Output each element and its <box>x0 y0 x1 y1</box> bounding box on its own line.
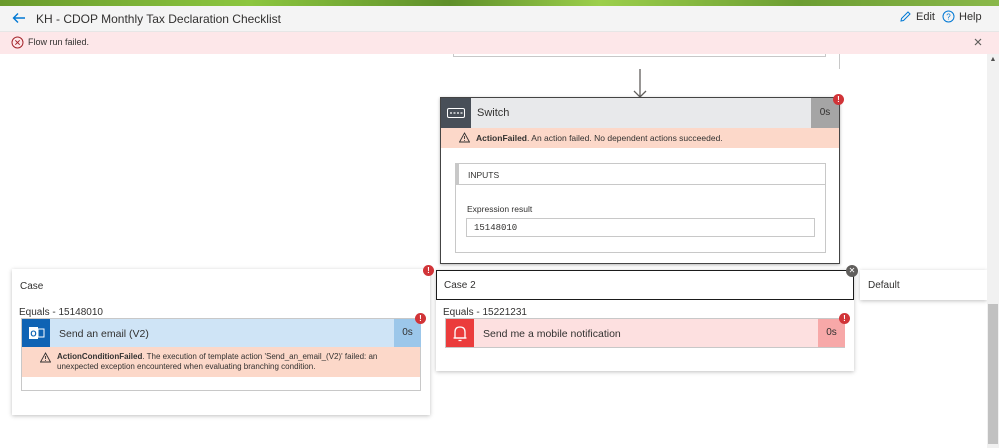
help-button[interactable]: ? Help <box>942 10 982 23</box>
inputs-label: INPUTS <box>468 170 500 180</box>
outlook-icon: O <box>22 319 50 347</box>
page-title: KH - CDOP Monthly Tax Declaration Checkl… <box>36 12 281 26</box>
case-error-badge: ! <box>423 265 434 276</box>
help-label: Help <box>959 10 982 23</box>
send-email-error-code: ActionConditionFailed <box>57 352 143 361</box>
help-circle-icon: ? <box>942 10 955 23</box>
send-email-action-card[interactable]: O Send an email (V2) 0s ActionConditionF… <box>21 318 421 391</box>
send-email-error-text: ActionConditionFailed. The execution of … <box>57 352 402 372</box>
app-header: KH - CDOP Monthly Tax Declaration Checkl… <box>0 6 999 32</box>
scroll-up-arrow-icon[interactable]: ▲ <box>987 54 999 66</box>
mobile-notification-header[interactable]: Send me a mobile notification 0s <box>446 319 845 347</box>
flow-canvas: Switch 0s ActionFailed. An action failed… <box>0 54 987 448</box>
svg-text:O: O <box>30 330 36 339</box>
case-2-equals: Equals - 15221231 <box>443 307 527 318</box>
warning-triangle-icon <box>40 352 51 363</box>
back-arrow-icon[interactable] <box>11 10 27 26</box>
inputs-section: INPUTS Expression result 15148010 <box>455 163 826 253</box>
case-panel-1[interactable]: Case Equals - 15148010 O Send an email (… <box>12 269 430 415</box>
mobile-notification-action-card[interactable]: Send me a mobile notification 0s <box>445 318 845 348</box>
switch-header[interactable]: Switch 0s <box>441 98 839 128</box>
switch-action-card[interactable]: Switch 0s ActionFailed. An action failed… <box>440 97 840 264</box>
connector-line <box>839 54 840 69</box>
case-2-name-field[interactable]: Case 2 <box>436 270 854 300</box>
error-banner: Flow run failed. <box>0 32 999 54</box>
vertical-scrollbar[interactable]: ▲ <box>987 54 999 448</box>
mobile-notification-error-badge: ! <box>839 313 850 324</box>
pencil-icon <box>900 11 911 22</box>
warning-triangle-icon <box>459 132 470 143</box>
switch-icon <box>441 98 471 128</box>
scrollbar-thumb[interactable] <box>988 304 998 444</box>
svg-text:?: ? <box>946 12 951 21</box>
default-case-label: Default <box>868 280 900 291</box>
default-case-panel[interactable]: Default <box>860 270 987 300</box>
send-email-error-badge: ! <box>415 313 426 324</box>
send-email-error-bar: ActionConditionFailed. The execution of … <box>22 347 420 377</box>
edit-label: Edit <box>916 10 935 23</box>
expression-label: Expression result <box>467 204 533 214</box>
case-equals: Equals - 15148010 <box>19 307 103 318</box>
expression-value: 15148010 <box>466 218 815 237</box>
mobile-notification-title: Send me a mobile notification <box>483 328 621 340</box>
switch-title: Switch <box>477 107 510 119</box>
close-icon[interactable] <box>972 36 984 48</box>
down-arrow-icon <box>633 69 647 98</box>
send-email-title: Send an email (V2) <box>59 328 149 340</box>
switch-error-bar: ActionFailed. An action failed. No depen… <box>441 128 839 148</box>
send-email-header[interactable]: O Send an email (V2) 0s <box>22 319 421 347</box>
error-message: Flow run failed. <box>28 37 90 47</box>
switch-error-badge: ! <box>833 94 844 105</box>
switch-error-code: ActionFailed <box>476 133 528 143</box>
error-circle-icon <box>11 36 24 49</box>
case-2-label: Case 2 <box>444 280 476 291</box>
switch-error-text: ActionFailed. An action failed. No depen… <box>476 133 723 143</box>
edit-button[interactable]: Edit <box>899 10 935 23</box>
previous-action-card <box>453 54 826 57</box>
bell-icon <box>446 319 474 347</box>
inputs-header[interactable]: INPUTS <box>456 164 825 185</box>
close-icon[interactable]: ✕ <box>846 265 858 277</box>
case-label: Case <box>20 281 44 292</box>
switch-error-message: . An action failed. No dependent actions… <box>527 133 723 143</box>
